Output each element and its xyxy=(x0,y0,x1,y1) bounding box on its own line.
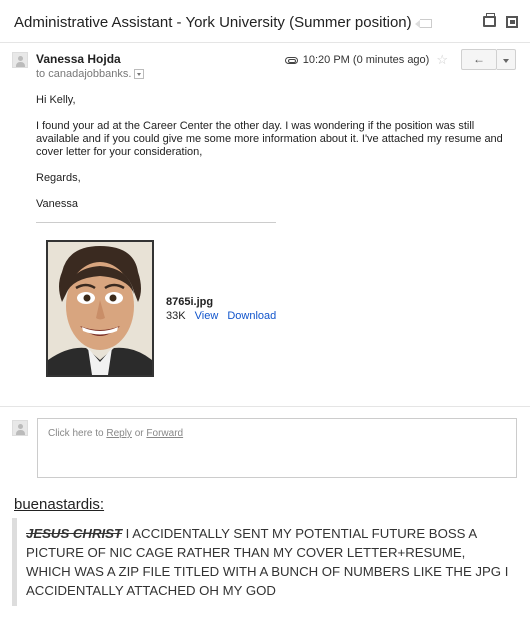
body-closing: Regards, xyxy=(36,172,81,184)
reply-link[interactable]: Reply xyxy=(106,428,132,439)
reply-box-or: or xyxy=(134,428,144,439)
body-paragraph: I found your ad at the Career Center the… xyxy=(36,120,503,158)
reply-divider xyxy=(0,406,530,407)
recipient-text: to canadajobbanks. xyxy=(36,68,132,80)
email-subject: Administrative Assistant - York Universi… xyxy=(14,14,432,31)
attachment-thumbnail[interactable] xyxy=(46,240,154,377)
star-icon[interactable]: ☆ xyxy=(436,52,448,68)
reply-button[interactable]: ← xyxy=(461,49,497,70)
reply-arrow-icon: ← xyxy=(473,52,485,66)
body-greeting: Hi Kelly, xyxy=(36,94,76,106)
body-signature: Vanessa xyxy=(36,198,78,210)
face-photo-image xyxy=(48,242,152,375)
message-meta: 10:20 PM (0 minutes ago) ☆ xyxy=(284,52,448,68)
email-subject-text: Administrative Assistant - York Universi… xyxy=(14,14,412,31)
attachment-filename: 8765i.jpg xyxy=(166,296,214,308)
recipient-line: to canadajobbanks. xyxy=(36,68,145,80)
forward-link[interactable]: Forward xyxy=(146,428,183,439)
message-time: 10:20 PM (0 minutes ago) xyxy=(302,54,430,66)
post-quote: JESUS CHRIST I ACCIDENTALLY SENT MY POTE… xyxy=(12,518,518,606)
printer-icon[interactable] xyxy=(483,13,496,27)
top-actions xyxy=(483,13,518,28)
more-actions-button[interactable] xyxy=(497,49,516,70)
attachment-size: 33K xyxy=(166,310,186,322)
new-window-icon[interactable] xyxy=(506,16,518,28)
attachment-actions: 33K View Download xyxy=(166,310,276,322)
reply-avatar xyxy=(12,420,28,436)
reply-box-prefix: Click here to xyxy=(48,428,104,439)
reply-box[interactable]: Click here to Reply or Forward xyxy=(37,418,517,478)
sender-name[interactable]: Vanessa Hojda xyxy=(36,52,121,66)
attachment-divider xyxy=(36,222,276,223)
subject-bar: Administrative Assistant - York Universi… xyxy=(0,0,530,40)
paperclip-icon xyxy=(284,56,298,64)
header-divider xyxy=(0,42,530,43)
recipient-details-dropdown[interactable] xyxy=(134,69,145,80)
sender-avatar xyxy=(12,52,28,68)
download-attachment-link[interactable]: Download xyxy=(227,310,276,322)
quote-strikethrough-text: JESUS CHRIST xyxy=(26,526,122,541)
label-tag-icon[interactable] xyxy=(414,18,432,28)
post-username[interactable]: buenastardis: xyxy=(14,496,104,513)
view-attachment-link[interactable]: View xyxy=(195,310,219,322)
message-body: Hi Kelly, I found your ad at the Career … xyxy=(36,94,506,224)
